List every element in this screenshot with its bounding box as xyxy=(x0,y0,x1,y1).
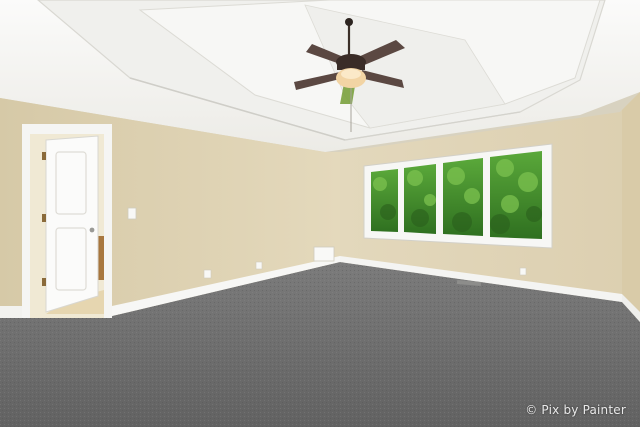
room-photo: © Pix by Painter xyxy=(0,0,640,427)
right-wall xyxy=(622,92,640,320)
room-illustration xyxy=(0,0,640,427)
outlet xyxy=(255,261,263,270)
outlet xyxy=(203,269,212,279)
photographer-watermark: © Pix by Painter xyxy=(525,403,626,417)
outlet xyxy=(519,267,527,276)
doorway xyxy=(22,124,112,318)
light-switch xyxy=(127,207,137,220)
wall-vent xyxy=(313,246,335,262)
